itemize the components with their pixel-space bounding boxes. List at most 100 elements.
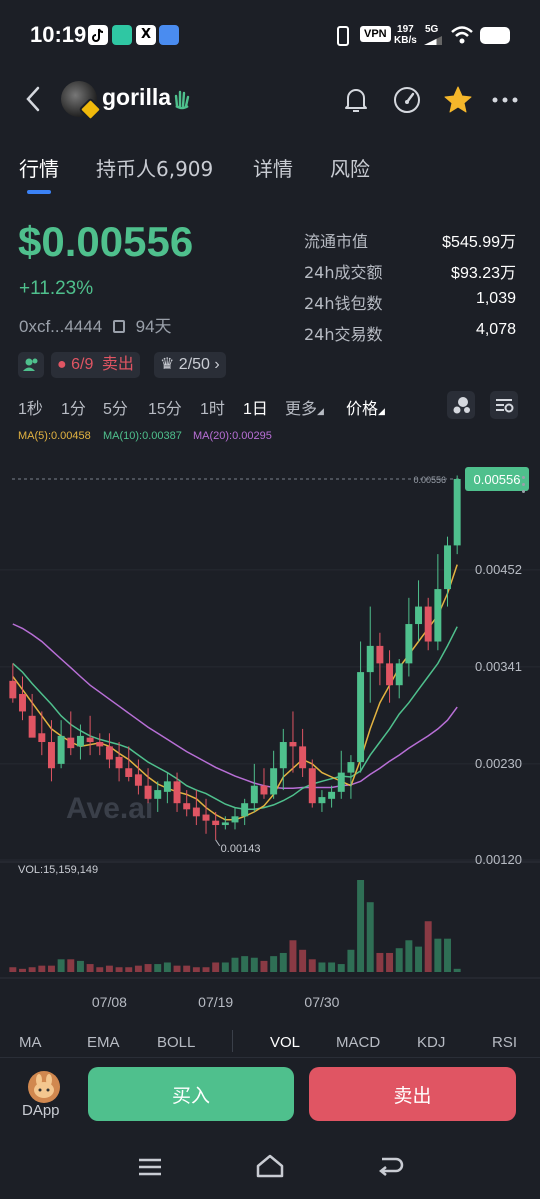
menu-icon[interactable] (137, 1157, 163, 1177)
candle-body (405, 624, 413, 664)
date-axis-label: 07/08 (92, 994, 127, 1010)
candle-body (434, 589, 442, 642)
volume-bar (444, 938, 451, 972)
volume-bar (241, 956, 249, 972)
candle-body (337, 772, 345, 792)
bell-icon[interactable] (340, 84, 372, 116)
candle-body (192, 807, 200, 817)
min-price-label: 0.00143 (221, 843, 261, 855)
back-nav-icon[interactable] (376, 1155, 404, 1179)
price-change: +11.23% (19, 278, 94, 299)
smart-money-chip[interactable]: ● 6/9 卖出 (51, 352, 140, 378)
pancakeswap-icon[interactable] (28, 1071, 60, 1103)
interval-1s[interactable]: 1秒 (18, 395, 43, 419)
candle-body (270, 768, 278, 795)
users-chip[interactable] (18, 352, 44, 378)
indicator-macd[interactable]: MACD (336, 1034, 380, 1051)
min-price-pointer (215, 839, 221, 847)
volume-bar (260, 960, 268, 972)
candle-body (444, 545, 451, 590)
chart-settings-button[interactable] (490, 391, 518, 419)
date-axis-label: 07/30 (304, 994, 339, 1010)
indicator-boll[interactable]: BOLL (157, 1034, 195, 1051)
candle-body (76, 735, 84, 747)
date-axis-label: 07/19 (198, 994, 233, 1010)
tab-market[interactable]: 行情 (19, 153, 59, 182)
interval-more-label: 更多 (285, 401, 318, 418)
indicator-kdj[interactable]: KDJ (417, 1034, 445, 1051)
buy-button[interactable]: 买入 (88, 1067, 294, 1121)
volume-bar (173, 965, 181, 972)
interval-1d[interactable]: 1日 (243, 395, 268, 419)
back-icon[interactable] (20, 84, 50, 114)
candle-body (144, 785, 152, 799)
crown-chip[interactable]: ♛ 2/50 › (154, 352, 226, 378)
volume-label: VOL:15,159,149 (18, 864, 99, 876)
candle-body (250, 785, 258, 804)
dapp-label[interactable]: DApp (22, 1102, 60, 1119)
indicator-settings-button[interactable] (447, 391, 475, 419)
tab-details[interactable]: 详情 (253, 153, 293, 182)
indicator-ma[interactable]: MA (19, 1034, 42, 1051)
volume-bar (154, 964, 162, 972)
volume-bar (19, 968, 26, 972)
volume-bar (212, 962, 220, 972)
indicator-rsi[interactable]: RSI (492, 1034, 517, 1051)
price-mode-label: 价格 (346, 401, 379, 418)
candle-body (357, 672, 365, 763)
candle-body (115, 756, 123, 769)
volume-bar (337, 964, 345, 972)
candle-body (134, 774, 142, 786)
interval-more[interactable]: 更多◢ (285, 395, 324, 419)
address-text: 0xcf...4444 (19, 317, 103, 336)
candle-body (289, 742, 297, 747)
gauge-icon[interactable] (391, 84, 423, 116)
ma5-line (12, 564, 458, 821)
price-chart[interactable]: Ave.ai 0.00452 0.00341 0.00230 0.00120 0.005… (0, 440, 540, 1020)
interval-15m[interactable]: 15分 (148, 395, 182, 419)
price-axis-label: 0.00341 (475, 659, 522, 674)
volume-bar (202, 967, 210, 972)
indicator-vol[interactable]: VOL (270, 1034, 300, 1051)
volume-bar (453, 968, 461, 972)
volume-bar (9, 967, 17, 972)
sell-button[interactable]: 卖出 (309, 1067, 516, 1121)
stat-value-mcap: $545.99万 (442, 234, 516, 251)
circles-icon (453, 397, 470, 414)
system-nav-bar (0, 1131, 540, 1199)
price-axis-label: 0.00452 (475, 562, 522, 577)
volume-bar (279, 952, 287, 972)
candle-body (260, 785, 268, 795)
stat-value-trades: 4,078 (475, 321, 516, 338)
crown-icon: ♛ (160, 356, 175, 373)
token-name: gorilla (102, 84, 172, 110)
candle-body (86, 737, 94, 743)
interval-1m[interactable]: 1分 (61, 395, 86, 419)
copy-icon[interactable] (112, 320, 125, 333)
tab-holders[interactable]: 持币人6,909 (96, 153, 213, 182)
indicator-ema[interactable]: EMA (87, 1034, 120, 1051)
price-mode[interactable]: 价格◢ (346, 395, 385, 419)
candle-body (241, 803, 249, 817)
volume-bar (134, 965, 142, 972)
price-axis-label: 0.00230 (475, 756, 522, 771)
candle-body (231, 816, 239, 823)
chevron-right-icon: › (214, 356, 220, 373)
volume-bar (299, 949, 307, 972)
star-icon[interactable] (442, 84, 474, 116)
crown-count: 2/50 (178, 356, 210, 373)
volume-bar (395, 948, 403, 972)
interval-1h[interactable]: 1时 (200, 395, 225, 419)
wifi-icon (451, 26, 473, 44)
volume-bar (76, 960, 84, 972)
tab-risk[interactable]: 风险 (330, 153, 370, 182)
candle-body (57, 735, 65, 764)
volume-bar (115, 967, 123, 972)
interval-5m[interactable]: 5分 (103, 395, 128, 419)
chart-more-icon[interactable] (522, 476, 526, 498)
price-axis-label: 0.00120 (475, 852, 522, 867)
candle-body (28, 715, 36, 738)
more-icon[interactable] (489, 84, 521, 116)
candle-body (19, 693, 26, 712)
home-icon[interactable] (255, 1153, 285, 1179)
